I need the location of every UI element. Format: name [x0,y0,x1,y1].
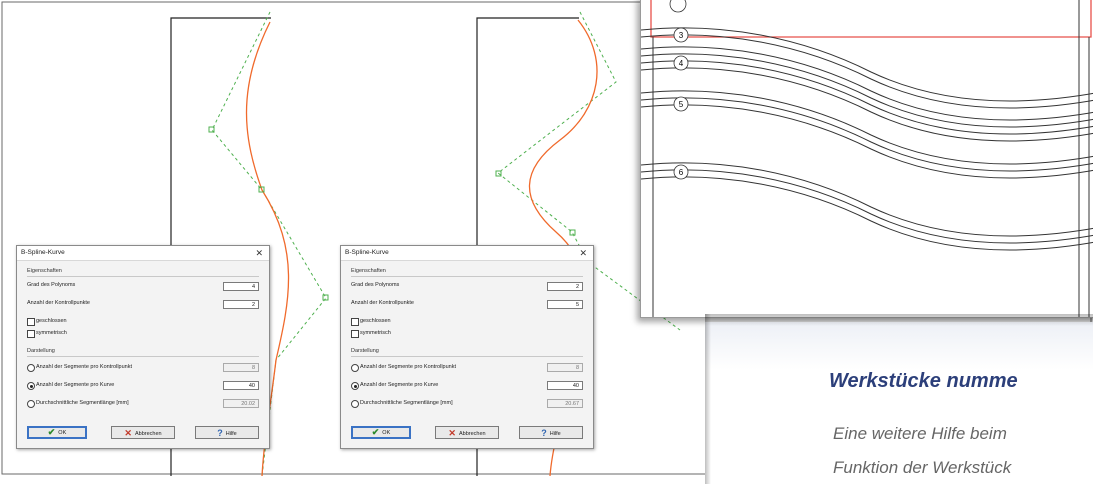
svg-text:3: 3 [679,31,684,40]
control-points-field[interactable]: 5 [547,300,583,309]
properties-group-title: Eigenschaften [27,268,62,274]
average-segment-length-field[interactable]: 20.67 [547,399,583,408]
control-points-label: Anzahl der Kontrollpunkte [351,300,414,306]
workpiece-number-3: 3 [673,27,689,43]
bspline-dialog-left: B-Spline-Kurve ✕ Eigenschaften Grad des … [16,245,270,449]
segments-per-controlpoint-label: Anzahl der Segmente pro Kontrollpunkt [360,364,457,370]
dialog-titlebar: B-Spline-Kurve ✕ [17,246,269,261]
average-segment-length-field[interactable]: 20.02 [223,399,259,408]
polynomial-degree-field[interactable]: 2 [547,282,583,291]
average-segment-length-radio[interactable] [351,400,359,408]
dialog-title: B-Spline-Kurve [21,249,65,256]
segments-per-curve-radio[interactable] [351,382,359,390]
help-icon: ? [541,428,547,438]
article-panel-edge [705,314,711,484]
bspline-dialog-right: B-Spline-Kurve ✕ Eigenschaften Grad des … [340,245,594,449]
segments-per-curve-field[interactable]: 40 [223,381,259,390]
workpiece-numbering-screenshot: 3 4 5 6 [640,0,1093,318]
cancel-label: Abbrechen [458,430,486,437]
closed-checkbox[interactable] [27,318,35,326]
cancel-button[interactable]: ✕ Abbrechen [111,426,175,439]
article-text-line-2: Funktion der Werkstück [833,458,1012,477]
average-segment-length-label: Durchschnittliche Segmentlänge [mm] [36,400,129,406]
segments-per-controlpoint-field[interactable]: 8 [223,363,259,372]
svg-text:4: 4 [679,59,684,68]
properties-group-title: Eigenschaften [351,268,386,274]
workpiece-number-4: 4 [673,55,689,71]
display-group-title: Darstellung [351,348,379,354]
help-button[interactable]: ? Hilfe [195,426,259,439]
display-group-title: Darstellung [27,348,55,354]
polynomial-degree-label: Grad des Polynoms [351,282,400,288]
close-icon[interactable]: ✕ [579,246,587,260]
workpiece-number-5: 5 [673,96,689,112]
help-label: Hilfe [549,430,561,437]
article-text-line-1: Eine weitere Hilfe beim [833,424,1007,443]
dialog-title: B-Spline-Kurve [345,249,389,256]
segments-per-curve-label: Anzahl der Segmente pro Kurve [360,382,439,388]
help-icon: ? [217,428,223,438]
help-button[interactable]: ? Hilfe [519,426,583,439]
control-points-field[interactable]: 2 [223,300,259,309]
closed-label: geschlossen [360,318,391,324]
cancel-icon: ✕ [124,428,132,438]
polynomial-degree-label: Grad des Polynoms [27,282,76,288]
segments-per-controlpoint-radio[interactable] [27,364,35,372]
symmetric-checkbox[interactable] [351,330,359,338]
segments-per-curve-field[interactable]: 40 [547,381,583,390]
segments-per-controlpoint-field[interactable]: 8 [547,363,583,372]
ok-button[interactable]: ✔ OK [351,426,411,439]
checkmark-icon: ✔ [371,427,380,437]
workpiece-number-6: 6 [673,164,689,180]
ok-button[interactable]: ✔ OK [27,426,87,439]
ok-label: OK [58,429,67,436]
polynomial-degree-field[interactable]: 4 [223,282,259,291]
symmetric-checkbox[interactable] [27,330,35,338]
control-points-label: Anzahl der Kontrollpunkte [27,300,90,306]
article-heading: Werkstücke numme [829,370,1018,392]
help-label: Hilfe [225,430,237,437]
symmetric-label: symmetrisch [36,330,67,336]
checkmark-icon: ✔ [47,427,56,437]
average-segment-length-radio[interactable] [27,400,35,408]
svg-text:5: 5 [679,100,684,109]
article-panel-shadow [705,314,1093,326]
segments-per-curve-label: Anzahl der Segmente pro Kurve [36,382,115,388]
ok-label: OK [382,429,391,436]
segments-per-controlpoint-label: Anzahl der Segmente pro Kontrollpunkt [36,364,133,370]
segments-per-curve-radio[interactable] [27,382,35,390]
closed-label: geschlossen [36,318,67,324]
segments-per-controlpoint-radio[interactable] [351,364,359,372]
cancel-button[interactable]: ✕ Abbrechen [435,426,499,439]
svg-text:6: 6 [679,168,684,177]
close-icon[interactable]: ✕ [255,246,263,260]
cancel-label: Abbrechen [134,430,162,437]
cancel-icon: ✕ [448,428,456,438]
workpiece-drawing: 3 4 5 6 [641,0,1093,317]
symmetric-label: symmetrisch [360,330,391,336]
dialog-titlebar: B-Spline-Kurve ✕ [341,246,593,261]
average-segment-length-label: Durchschnittliche Segmentlänge [mm] [360,400,453,406]
closed-checkbox[interactable] [351,318,359,326]
